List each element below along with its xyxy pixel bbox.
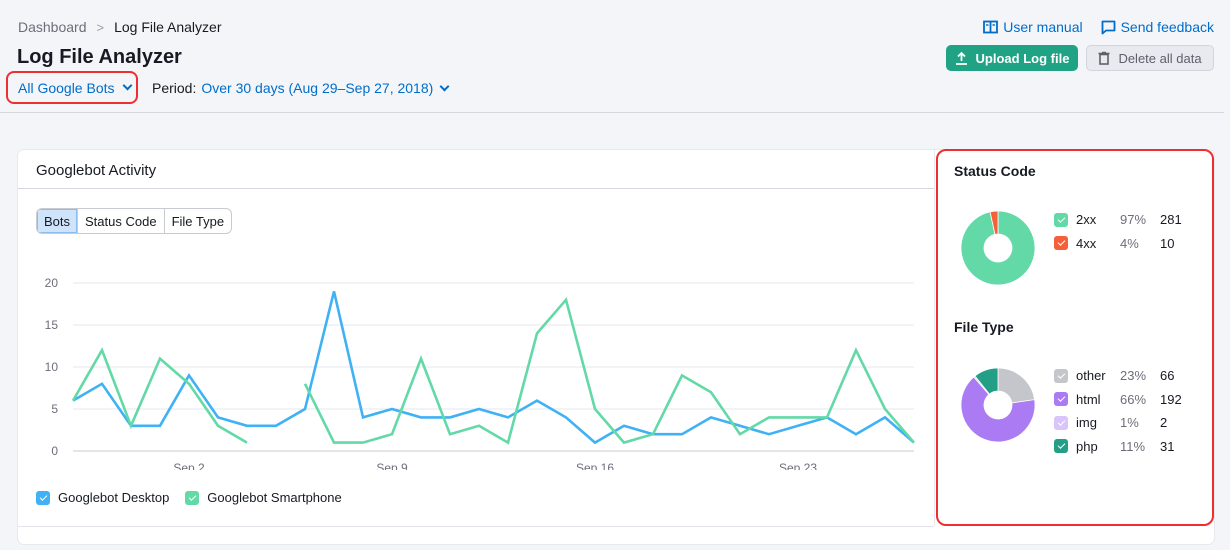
legend-name: 4xx [1076,235,1097,251]
user-manual-label: User manual [1003,19,1083,35]
legend-googlebot-smartphone[interactable]: Googlebot Smartphone [185,490,342,505]
breadcrumb-current: Log File Analyzer [114,19,222,35]
page-header: Dashboard > Log File Analyzer Log File A… [0,0,1224,113]
x-tick-label: Sep 9 [376,461,408,470]
tab-file-type[interactable]: File Type [165,209,232,233]
top-links: User manual Send feedback [983,19,1214,35]
period-selector: Period: Over 30 days (Aug 29–Sep 27, 201… [152,80,450,96]
legend-percent: 11% [1120,438,1146,454]
delete-label: Delete all data [1118,50,1202,66]
divider [18,526,934,527]
trash-icon [1098,51,1110,65]
send-feedback-label: Send feedback [1120,19,1214,35]
legend-count: 192 [1160,391,1182,407]
legend-name: php [1076,438,1098,454]
tab-bots[interactable]: Bots [37,209,79,233]
legend-row-other[interactable]: other 23% 66 [1054,364,1182,388]
upload-icon [955,51,967,65]
legend-name: other [1076,368,1106,384]
user-manual-link[interactable]: User manual [983,19,1083,35]
page-title: Log File Analyzer [17,46,182,68]
x-tick-label: Sep 23 [779,461,817,470]
legend-label: Googlebot Smartphone [207,490,342,505]
chat-bubble-icon [1101,20,1115,34]
file-type-legend: other 23% 66 html 66% 192 img 1% 2 php 11% 31 [1054,364,1182,458]
breadcrumb-dashboard-link[interactable]: Dashboard [18,19,87,35]
legend-row-2xx[interactable]: 2xx 97% 281 [1054,208,1182,232]
divider [18,188,934,189]
upload-log-file-button[interactable]: Upload Log file [946,45,1078,71]
series-line-googlebot-smartphone [71,347,248,444]
y-tick-label: 20 [45,276,59,290]
checkbox-checked-icon [185,490,200,505]
legend-row-php[interactable]: php 11% 31 [1054,435,1182,459]
bots-select-dropdown[interactable]: All Google Bots [6,71,138,104]
period-label: Period: [152,80,197,96]
legend-count: 10 [1160,235,1175,251]
file-type-donut-chart [960,367,1036,443]
legend-percent: 97% [1120,212,1147,228]
checkbox-checked-icon[interactable] [1054,236,1068,251]
file-type-title: File Type [954,319,1014,335]
y-tick-label: 0 [51,444,58,458]
legend-percent: 23% [1120,368,1147,384]
delete-all-data-button[interactable]: Delete all data [1086,45,1214,71]
breakdown-panel: Status Code 2xx 97% 281 4xx 4% 10 File Type o… [936,149,1214,526]
breadcrumb: Dashboard > Log File Analyzer [18,19,222,35]
legend-row-html[interactable]: html 66% 192 [1054,388,1182,412]
status-code-donut-chart [960,210,1036,286]
chevron-down-icon [122,80,132,91]
x-tick-label: Sep 16 [576,461,614,470]
legend-count: 2 [1160,415,1168,431]
chart-tabs: Bots Status Code File Type [36,208,233,234]
y-tick-label: 10 [45,360,59,374]
checkbox-checked-icon[interactable] [1054,415,1068,430]
tab-status-code[interactable]: Status Code [78,209,165,233]
y-tick-label: 5 [51,402,58,416]
legend-name: img [1076,415,1097,431]
checkbox-checked-icon[interactable] [1054,368,1068,383]
upload-label: Upload Log file [975,50,1070,66]
chevron-down-icon[interactable] [439,81,450,91]
x-tick-label: Sep 2 [173,461,205,470]
card-title: Googlebot Activity [36,162,157,179]
bots-select-value: All Google Bots [18,79,115,96]
legend-percent: 4% [1120,235,1139,251]
donut-slice-other[interactable] [997,367,1036,404]
legend-name: html [1076,391,1101,407]
chart-legend: Googlebot Desktop Googlebot Smartphone [36,490,342,505]
legend-count: 66 [1160,368,1175,384]
send-feedback-link[interactable]: Send feedback [1101,19,1214,35]
chevron-right-icon: > [96,19,105,35]
page: Dashboard > Log File Analyzer Log File A… [0,0,1224,550]
checkbox-checked-icon[interactable] [1054,212,1068,227]
legend-row-4xx[interactable]: 4xx 4% 10 [1054,232,1182,256]
book-icon [983,20,999,34]
activity-line-chart: 0 5 10 15 20 Sep 2 Sep 9 Sep 16 Sep 23 [45,276,915,470]
series-line-googlebot-smartphone [303,297,915,445]
legend-count: 281 [1160,212,1182,228]
legend-name: 2xx [1076,212,1097,228]
status-code-title: Status Code [954,163,1036,179]
legend-row-img[interactable]: img 1% 2 [1054,411,1182,435]
legend-label: Googlebot Desktop [58,490,170,505]
checkbox-checked-icon[interactable] [1054,439,1068,454]
legend-percent: 66% [1120,391,1147,407]
status-code-legend: 2xx 97% 281 4xx 4% 10 [1054,208,1182,255]
legend-percent: 1% [1120,415,1139,431]
legend-googlebot-desktop[interactable]: Googlebot Desktop [36,490,169,505]
y-tick-label: 15 [45,318,59,332]
legend-count: 31 [1160,438,1175,454]
period-dropdown[interactable]: Over 30 days (Aug 29–Sep 27, 2018) [201,80,433,96]
checkbox-checked-icon [36,490,50,505]
checkbox-checked-icon[interactable] [1054,392,1068,407]
divider [934,150,935,526]
